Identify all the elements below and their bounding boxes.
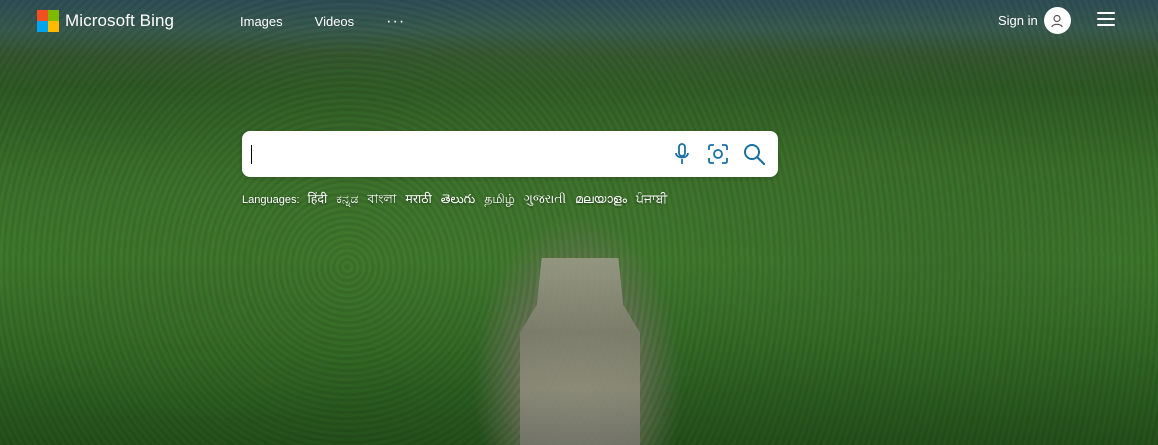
search-box bbox=[242, 131, 778, 177]
avatar bbox=[1043, 7, 1071, 34]
more-menu-button[interactable]: ··· bbox=[386, 13, 405, 29]
language-link-punjabi[interactable]: ਪੰਜਾਬੀ bbox=[636, 191, 667, 207]
visual-search-icon[interactable] bbox=[706, 142, 730, 166]
search-input[interactable] bbox=[250, 141, 650, 167]
language-link-gujarati[interactable]: ગુજરાતી bbox=[524, 191, 566, 207]
header: Microsoft Bing Images Videos ··· Sign in bbox=[0, 0, 1158, 42]
language-link-tamil[interactable]: தமிழ் bbox=[484, 191, 515, 208]
languages-bar: Languages: हिंदी ಕನ್ನಡ বাংলা मराठी తెలుగ… bbox=[242, 190, 667, 211]
nav-videos[interactable]: Videos bbox=[315, 14, 355, 29]
search-icon[interactable] bbox=[742, 142, 766, 166]
search-actions bbox=[670, 142, 766, 166]
languages-label: Languages: bbox=[242, 194, 300, 206]
language-link-hindi[interactable]: हिंदी bbox=[308, 190, 328, 207]
language-link-telugu[interactable]: తెలుగు bbox=[441, 191, 476, 210]
language-link-marathi[interactable]: मराठी bbox=[405, 190, 431, 207]
top-nav: Images Videos ··· bbox=[240, 13, 405, 29]
language-link-bangla[interactable]: বাংলা bbox=[368, 191, 397, 211]
text-caret bbox=[251, 145, 252, 164]
hamburger-menu-icon[interactable] bbox=[1097, 12, 1115, 26]
sign-in-label: Sign in bbox=[998, 13, 1038, 28]
bing-logo[interactable]: Microsoft Bing bbox=[37, 10, 174, 32]
sign-in-button[interactable]: Sign in bbox=[998, 7, 1071, 34]
user-icon bbox=[1051, 14, 1064, 27]
language-link-malayalam[interactable]: മലയാളം bbox=[575, 191, 627, 207]
microphone-icon[interactable] bbox=[670, 142, 694, 166]
nav-images[interactable]: Images bbox=[240, 14, 283, 29]
brand-name: Microsoft Bing bbox=[65, 11, 175, 30]
microsoft-logo-icon bbox=[37, 10, 59, 32]
language-link-kannada[interactable]: ಕನ್ನಡ bbox=[336, 191, 358, 207]
